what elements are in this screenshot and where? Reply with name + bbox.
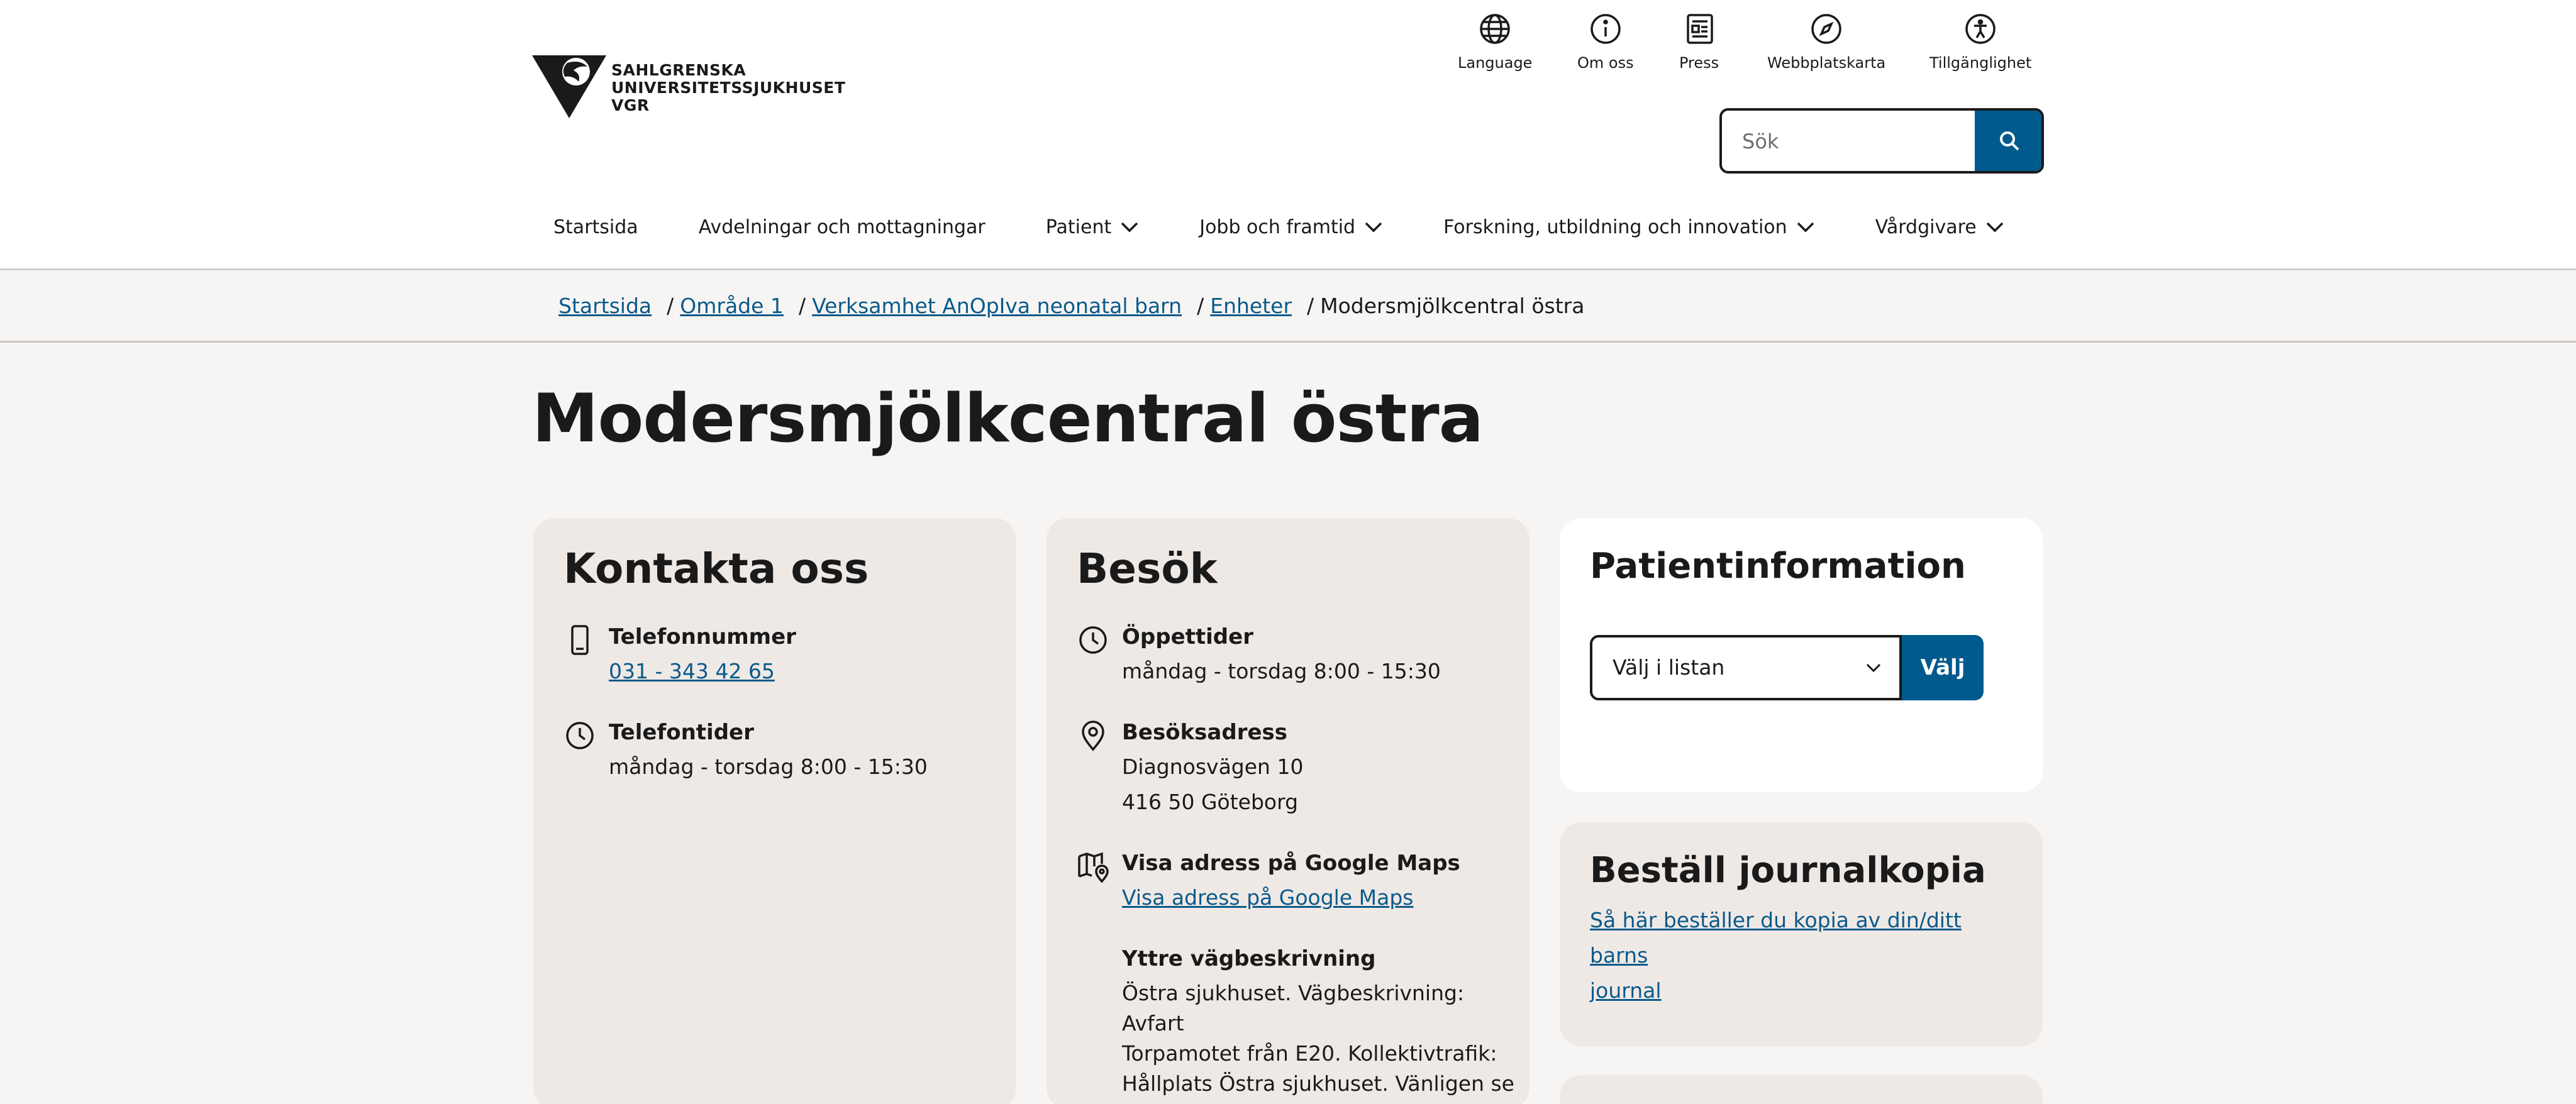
chevron-down-icon	[1365, 222, 1382, 233]
select-submit-button[interactable]: Välj	[1902, 635, 1984, 700]
phone-icon	[571, 625, 589, 655]
patient-info-select[interactable]: Välj i listan	[1590, 635, 1902, 700]
nav-item-patient[interactable]: Patient	[1046, 216, 1139, 238]
logo-line-1: SAHLGRENSKA	[611, 61, 747, 79]
nav-item-vardgivare[interactable]: Vårdgivare	[1875, 216, 2004, 238]
nav-item-startsida[interactable]: Startsida	[553, 216, 638, 238]
visit-title: Besök	[1077, 544, 1218, 593]
utility-label-press: Press	[1679, 54, 1719, 72]
phone-hours-value: måndag - torsdag 8:00 - 15:30	[609, 754, 928, 779]
utility-label-om-oss: Om oss	[1577, 54, 1634, 72]
utility-label-webbplatskarta: Webbplatskarta	[1767, 54, 1886, 72]
utility-label-language: Language	[1458, 54, 1533, 72]
contact-card: Kontakta oss Telefonnummer 031 - 343 42 …	[533, 518, 1016, 1104]
directions-line-2: Torpamotet från E20. Kollektivtrafik:	[1122, 1041, 1497, 1066]
journal-link-line-1[interactable]: Så här beställer du kopia av din/ditt ba…	[1590, 908, 1962, 968]
address-line-2: 416 50 Göteborg	[1122, 790, 1299, 814]
breadcrumb-separator: /	[1307, 294, 1314, 318]
logo-text: SAHLGRENSKA UNIVERSITETSSJUKHUSET VGR	[611, 62, 845, 114]
main-navigation: Startsida Avdelningar och mottagningar P…	[553, 213, 2065, 241]
nav-label: Startsida	[553, 216, 638, 238]
search-button[interactable]	[1975, 111, 2041, 171]
select-value: Välj i listan	[1613, 655, 1725, 680]
breadcrumb-separator: /	[798, 294, 806, 318]
breadcrumb-link-verksamhet[interactable]: Verksamhet AnOpIva neonatal barn	[812, 294, 1182, 318]
location-pin-icon	[1082, 720, 1104, 751]
visit-card: Besök Öppettider måndag - torsdag 8:00 -…	[1046, 518, 1530, 1104]
search-icon	[2000, 131, 2019, 151]
directions-line-4: www.vasttrafik.se för information. Se	[1122, 1099, 1524, 1104]
clock-icon	[566, 722, 594, 749]
maps-label: Visa adress på Google Maps	[1122, 851, 1460, 876]
phone-label: Telefonnummer	[609, 624, 796, 649]
breadcrumb-separator: /	[1197, 294, 1204, 318]
logo-line-3: VGR	[611, 96, 650, 114]
google-maps-link[interactable]: Visa adress på Google Maps	[1122, 885, 1413, 910]
chevron-down-icon	[1797, 222, 1814, 233]
nav-label: Avdelningar och mottagningar	[698, 216, 985, 238]
phone-number-link[interactable]: 031 - 343 42 65	[609, 659, 775, 683]
utility-link-language[interactable]: Language	[1458, 11, 1532, 72]
globe-icon	[1480, 14, 1510, 44]
next-card	[1560, 1075, 2043, 1104]
nav-label: Forskning, utbildning och innovation	[1443, 216, 1787, 238]
clock-icon	[1079, 626, 1107, 654]
journal-title: Beställ journalkopia	[1590, 850, 1986, 891]
patient-info-card: Patientinformation Välj i listan Välj	[1560, 518, 2043, 792]
page-title: Modersmjölkcentral östra	[532, 380, 1484, 457]
logo-mark-icon	[532, 55, 606, 118]
patient-info-title: Patientinformation	[1590, 546, 1966, 587]
search-input[interactable]: Sök	[1742, 130, 1779, 153]
breadcrumb-current: Modersmjölkcentral östra	[1320, 294, 1585, 318]
nav-label: Jobb och framtid	[1199, 216, 1356, 238]
info-icon	[1591, 14, 1621, 44]
phone-hours-label: Telefontider	[609, 720, 754, 745]
utility-link-tillganglighet[interactable]: Tillgänglighet	[1929, 11, 2031, 72]
utility-link-om-oss[interactable]: Om oss	[1577, 11, 1634, 72]
map-icon	[1078, 852, 1109, 883]
breadcrumb-link-startsida[interactable]: Startsida	[558, 294, 652, 318]
opening-hours-value: måndag - torsdag 8:00 - 15:30	[1122, 659, 1441, 683]
accessibility-icon	[1965, 14, 1996, 44]
journal-link-line-2[interactable]: journal	[1590, 978, 1662, 1003]
directions-line-3: Hållplats Östra sjukhuset. Vänligen se	[1122, 1071, 1514, 1096]
newspaper-icon	[1686, 14, 1713, 44]
site-header: SAHLGRENSKA UNIVERSITETSSJUKHUSET VGR La…	[0, 0, 2576, 270]
utility-label-tillganglighet: Tillgänglighet	[1929, 54, 2032, 72]
directions-label: Yttre vägbeskrivning	[1122, 946, 1376, 971]
address-label: Besöksadress	[1122, 720, 1288, 745]
nav-label: Patient	[1045, 216, 1112, 238]
address-line-1: Diagnosvägen 10	[1122, 754, 1304, 779]
chevron-down-icon	[1986, 222, 2003, 233]
opening-hours-label: Öppettider	[1122, 624, 1253, 649]
breadcrumb-bar: Startsida / Område 1 / Verksamhet AnOpIv…	[0, 272, 2576, 343]
search-field[interactable]: Sök	[1719, 108, 2044, 174]
directions-line-1: Östra sjukhuset. Vägbeskrivning: Avfart	[1122, 981, 1465, 1035]
journal-card: Beställ journalkopia Så här beställer du…	[1560, 822, 2043, 1046]
breadcrumb: Startsida / Område 1 / Verksamhet AnOpIv…	[558, 294, 1584, 318]
compass-icon	[1811, 14, 1841, 44]
nav-label: Vårdgivare	[1875, 216, 1977, 238]
nav-item-avdelningar[interactable]: Avdelningar och mottagningar	[699, 216, 985, 238]
breadcrumb-link-enheter[interactable]: Enheter	[1210, 294, 1292, 318]
contact-title: Kontakta oss	[564, 544, 869, 593]
site-logo[interactable]: SAHLGRENSKA UNIVERSITETSSJUKHUSET VGR	[532, 53, 847, 122]
utility-link-webbplatskarta[interactable]: Webbplatskarta	[1767, 11, 1885, 72]
logo-line-2: UNIVERSITETSSJUKHUSET	[611, 79, 846, 97]
nav-item-forskning[interactable]: Forskning, utbildning och innovation	[1443, 216, 1815, 238]
utility-link-press[interactable]: Press	[1679, 11, 1719, 72]
breadcrumb-link-omrade[interactable]: Område 1	[680, 294, 784, 318]
chevron-down-icon	[1866, 663, 1881, 673]
chevron-down-icon	[1121, 222, 1138, 233]
breadcrumb-separator: /	[667, 294, 674, 318]
journal-link-wrap: Så här beställer du kopia av din/ditt ba…	[1590, 903, 2018, 1008]
nav-item-jobb[interactable]: Jobb och framtid	[1199, 216, 1383, 238]
